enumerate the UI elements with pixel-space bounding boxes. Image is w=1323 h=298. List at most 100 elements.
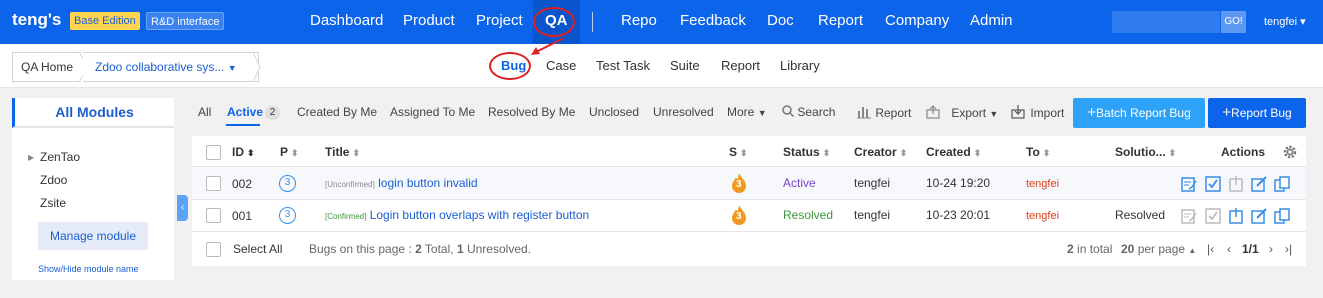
confirm-bug-icon[interactable] <box>1181 176 1197 192</box>
bug-assignee[interactable]: tengfei <box>1026 210 1059 222</box>
bug-title-link[interactable]: login button invalid <box>378 176 477 190</box>
first-page-icon[interactable]: |‹ <box>1207 242 1214 256</box>
row-checkbox[interactable] <box>206 208 221 223</box>
tab-library[interactable]: Library <box>780 58 820 73</box>
all-modules-title[interactable]: All Modules <box>12 98 174 128</box>
close-bug-icon[interactable] <box>1228 208 1244 224</box>
product-selector[interactable]: Zdoo collaborative sys... ▼ <box>83 52 259 82</box>
column-header-pri[interactable]: P ⬍ <box>280 145 299 159</box>
column-header-created[interactable]: Created ⬍ <box>926 145 981 159</box>
breadcrumb-qa-home[interactable]: QA Home <box>12 52 82 82</box>
tab-suite[interactable]: Suite <box>670 58 700 73</box>
page-indicator: 1/1 <box>1242 242 1259 256</box>
assign-checkbox-icon <box>1205 208 1221 224</box>
edit-icon[interactable] <box>1251 176 1267 192</box>
tab-report[interactable]: Report <box>721 58 760 73</box>
batch-report-bug-label: Batch Report Bug <box>1096 106 1191 120</box>
batch-report-bug-button[interactable]: +Batch Report Bug <box>1073 98 1205 128</box>
nav-project[interactable]: Project <box>476 0 523 44</box>
filter-active[interactable]: Active <box>227 105 263 119</box>
search-button[interactable]: Search <box>782 105 835 119</box>
search-go-button[interactable]: GO! <box>1221 11 1246 33</box>
search-label: Search <box>797 105 836 119</box>
filter-created-by-me[interactable]: Created By Me <box>297 105 377 119</box>
module-item-zsite[interactable]: Zsite <box>40 196 66 210</box>
bug-status: Active <box>783 176 816 190</box>
column-header-actions: Actions <box>1221 145 1266 159</box>
priority-badge: 3 <box>279 175 296 192</box>
report-bug-button[interactable]: +Report Bug <box>1208 98 1306 128</box>
per-page-selector[interactable]: 20 per page ▲ <box>1121 242 1196 256</box>
column-header-to[interactable]: To ⬍ <box>1026 145 1050 159</box>
column-header-id[interactable]: ID ⬍ <box>232 145 255 159</box>
report-label: Report <box>875 106 912 120</box>
brand-name[interactable]: teng's <box>12 10 61 30</box>
assign-checkbox-icon[interactable] <box>1205 176 1221 192</box>
manage-module-button[interactable]: Manage module <box>38 222 148 250</box>
nav-separator <box>592 12 593 32</box>
filter-assigned-to-me[interactable]: Assigned To Me <box>390 105 475 119</box>
bug-id[interactable]: 001 <box>232 209 252 223</box>
bug-assignee[interactable]: tengfei <box>1026 178 1059 190</box>
nav-product[interactable]: Product <box>403 0 455 44</box>
plus-icon: + <box>1222 104 1232 121</box>
row-checkbox[interactable] <box>206 176 221 191</box>
caret-up-icon: ▲ <box>1188 246 1197 255</box>
user-menu[interactable]: tengfei ▾ <box>1264 15 1306 28</box>
collapse-sidebar-icon[interactable]: ‹ <box>177 195 188 221</box>
column-header-severity[interactable]: S ⬍ <box>729 145 748 159</box>
filter-resolved-by-me[interactable]: Resolved By Me <box>488 105 575 119</box>
module-item-zentao[interactable]: ZenTao <box>40 150 80 164</box>
severity-flame-icon: 3 <box>730 204 748 226</box>
qa-highlight-circle <box>533 7 575 37</box>
select-all-label[interactable]: Select All <box>233 242 282 256</box>
filter-unresolved[interactable]: Unresolved <box>653 105 714 119</box>
row-divider <box>192 231 1306 232</box>
breadcrumb-chevron-icon <box>253 52 261 82</box>
nav-repo[interactable]: Repo <box>621 0 657 44</box>
id-header-label: ID <box>232 145 244 159</box>
column-header-solution[interactable]: Solutio... ⬍ <box>1115 145 1176 159</box>
report-button[interactable]: Report <box>856 105 911 120</box>
filter-all[interactable]: All <box>198 105 211 119</box>
column-header-creator[interactable]: Creator ⬍ <box>854 145 907 159</box>
filter-unclosed[interactable]: Unclosed <box>589 105 639 119</box>
interface-badge[interactable]: R&D interface <box>146 12 225 30</box>
nav-feedback[interactable]: Feedback <box>680 0 746 44</box>
next-page-icon[interactable]: › <box>1269 242 1273 256</box>
last-page-icon[interactable]: ›| <box>1285 242 1292 256</box>
tab-case[interactable]: Case <box>546 58 576 73</box>
confirm-bug-icon <box>1181 209 1197 224</box>
show-hide-module-name-link[interactable]: Show/Hide module name <box>38 264 139 274</box>
bug-title-link[interactable]: Login button overlaps with register butt… <box>370 208 589 222</box>
prev-page-icon[interactable]: ‹ <box>1227 242 1231 256</box>
bug-id[interactable]: 002 <box>232 177 252 191</box>
nav-dashboard[interactable]: Dashboard <box>310 0 383 44</box>
tree-expand-icon[interactable]: ▶ <box>28 153 34 162</box>
nav-admin[interactable]: Admin <box>970 0 1013 44</box>
column-header-title[interactable]: Title ⬍ <box>325 145 360 159</box>
bug-highlight-circle <box>489 52 531 80</box>
sort-icon: ⬍ <box>1168 148 1177 158</box>
tab-test-task[interactable]: Test Task <box>596 58 650 73</box>
gear-icon[interactable] <box>1283 145 1297 159</box>
bug-confirm-tag: [Unconfirmed] <box>325 180 375 189</box>
export-dropdown[interactable]: Export ▼ <box>926 105 998 120</box>
module-item-zdoo[interactable]: Zdoo <box>40 173 67 187</box>
edit-icon[interactable] <box>1251 208 1267 224</box>
resolve-bug-icon <box>1229 176 1243 192</box>
select-all-checkbox[interactable] <box>206 242 221 257</box>
global-search-input[interactable] <box>1112 11 1220 33</box>
select-all-header-checkbox[interactable] <box>206 145 221 160</box>
nav-company[interactable]: Company <box>885 0 949 44</box>
to-header-label: To <box>1026 145 1040 159</box>
severity-flame-icon: 3 <box>730 172 748 194</box>
copy-icon[interactable] <box>1274 176 1290 192</box>
priority-badge: 3 <box>279 207 296 224</box>
nav-report[interactable]: Report <box>818 0 863 44</box>
copy-icon[interactable] <box>1274 208 1290 224</box>
column-header-status[interactable]: Status ⬍ <box>783 145 830 159</box>
import-button[interactable]: Import <box>1011 105 1064 120</box>
filter-more-dropdown[interactable]: More ▼ <box>727 105 767 119</box>
nav-doc[interactable]: Doc <box>767 0 794 44</box>
